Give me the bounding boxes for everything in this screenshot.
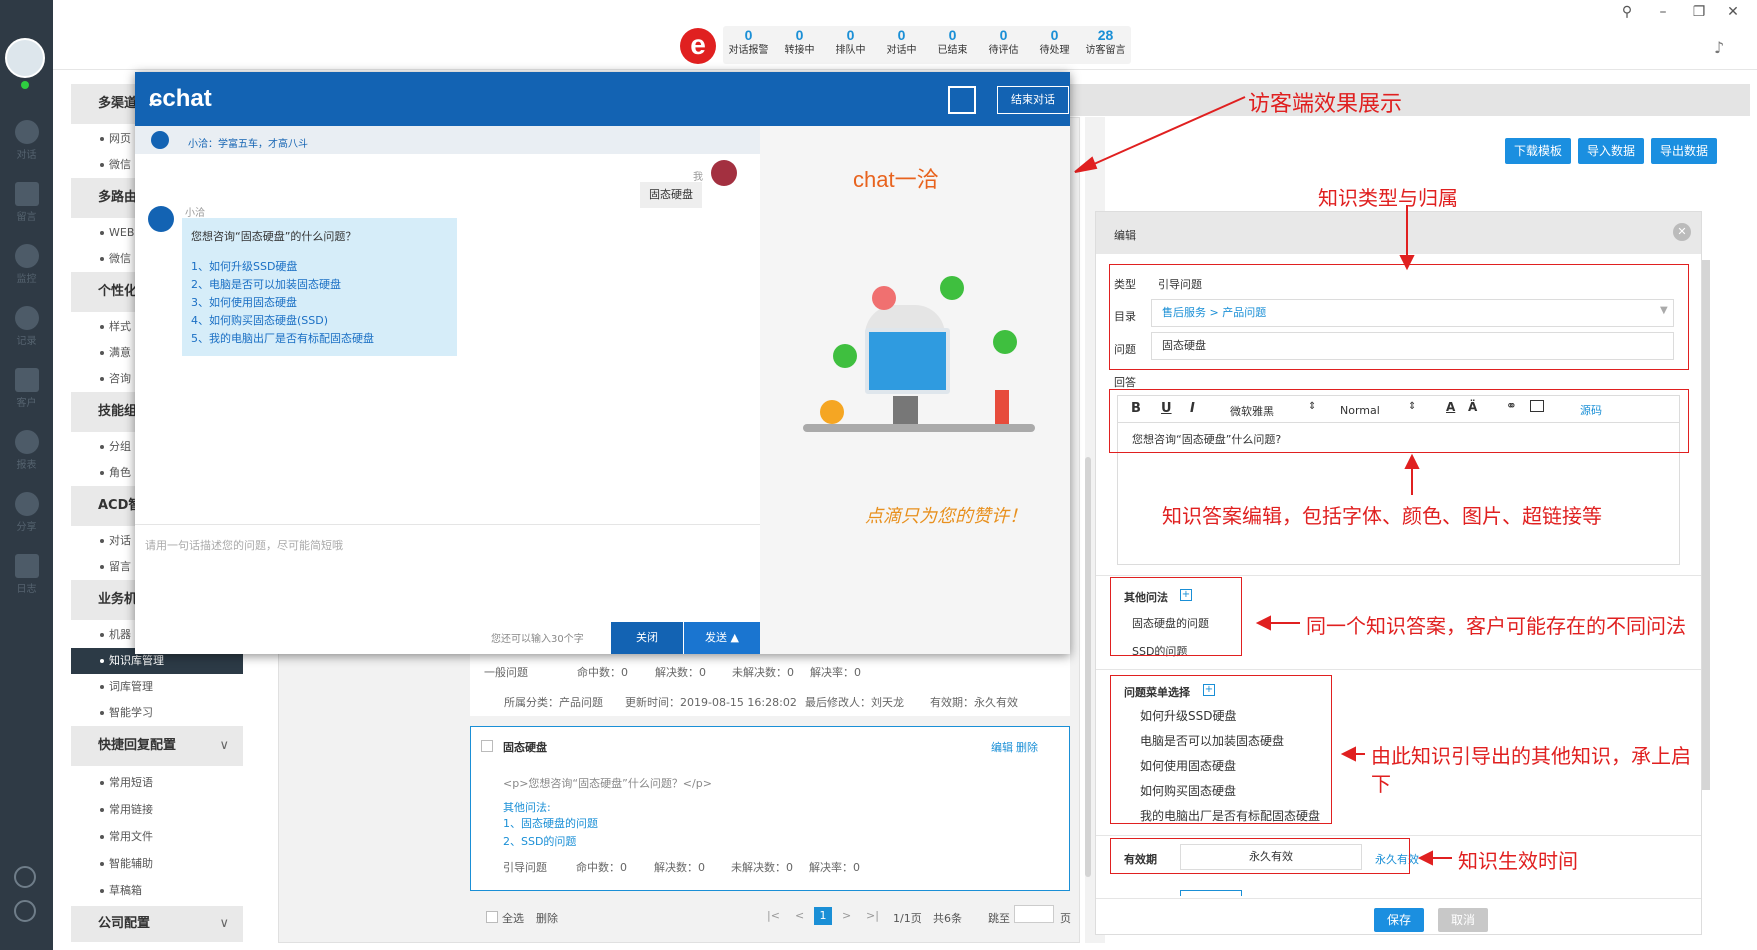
bot-avatar-icon	[151, 131, 169, 149]
devices-illustration	[803, 276, 1073, 440]
promo-slogan: 点滴只为您的赞许！	[865, 506, 1027, 527]
chat-logo: ɕchat	[149, 85, 212, 112]
bot-option-link[interactable]: 5、我的电脑出厂是否有标配固态硬盘	[191, 330, 374, 346]
bot-avatar-icon	[148, 206, 174, 232]
bot-option-link[interactable]: 2、电脑是否可以加装固态硬盘	[191, 276, 341, 292]
bot-option-link[interactable]: 1、如何升级SSD硬盘	[191, 258, 297, 274]
end-chat-button[interactable]: 结束对话	[997, 86, 1069, 114]
qr-code-icon[interactable]	[948, 86, 976, 114]
visitor-message: 固态硬盘	[640, 182, 702, 208]
bot-option-link[interactable]: 3、如何使用固态硬盘	[191, 294, 297, 310]
visitor-chat-window: ɕchat 结束对话 小洽：学富五车，才高八斗 我 固态硬盘 小洽 您想咨询“固…	[135, 72, 1070, 654]
echat-e-icon: ɕ	[149, 85, 163, 112]
chat-header	[135, 72, 1070, 126]
bot-message-bubble: 您想咨询“固态硬盘”的什么问题？ 1、如何升级SSD硬盘 2、电脑是否可以加装固…	[182, 218, 457, 356]
chat-close-button[interactable]: 关闭	[611, 622, 683, 654]
brand-logo: chat一洽	[853, 167, 939, 192]
divider	[135, 524, 760, 525]
chat-input[interactable]: 请用一句话描述您的问题，尽可能简短哦	[145, 537, 343, 553]
caret-up-icon: ▲	[730, 631, 739, 644]
bot-option-link[interactable]: 4、如何购买固态硬盘(SSD)	[191, 312, 328, 328]
visitor-avatar	[711, 160, 737, 186]
chat-send-button[interactable]: 发送 ▲	[684, 622, 760, 654]
